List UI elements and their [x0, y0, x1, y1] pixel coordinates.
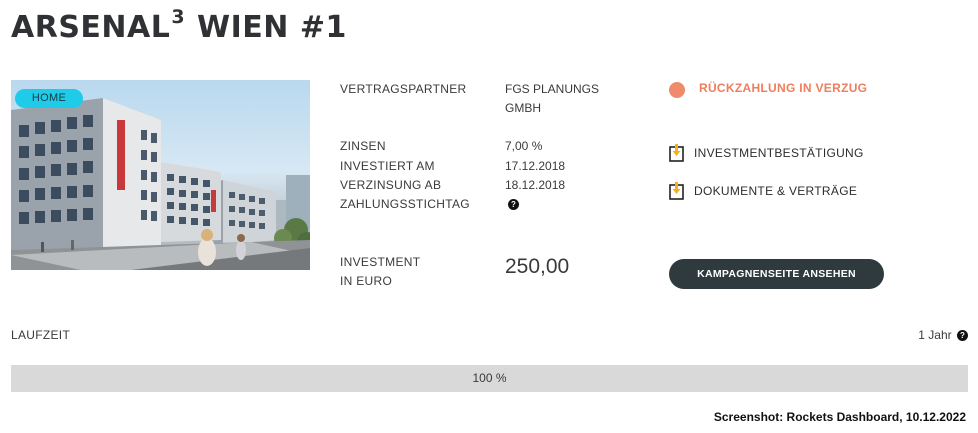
partner-value-line2: GMBH	[505, 101, 541, 115]
title-rest: WIEN #1	[197, 10, 347, 45]
project-image[interactable]: HOME	[11, 80, 310, 270]
runtime-label: LAUFZEIT	[11, 328, 71, 342]
partner-label: VERTRAGSPARTNER	[340, 82, 467, 96]
document-download-icon	[669, 182, 684, 200]
accrual-value: 18.12.2018	[505, 178, 566, 192]
screenshot-caption: Screenshot: Rockets Dashboard, 10.12.202…	[713, 410, 966, 424]
home-badge: HOME	[15, 89, 83, 108]
document-download-icon	[669, 144, 684, 162]
investment-confirmation-label[interactable]: INVESTMENTBESTÄTIGUNG	[694, 146, 864, 160]
title-main: ARSENAL	[11, 10, 171, 45]
invested-value: 17.12.2018	[505, 159, 566, 173]
documents-contracts-label[interactable]: DOKUMENTE & VERTRÄGE	[694, 184, 857, 198]
invested-label: INVESTIERT AM	[340, 159, 435, 173]
progress-text: 100 %	[472, 371, 507, 385]
investment-confirmation-link[interactable]: INVESTMENTBESTÄTIGUNG	[669, 144, 864, 162]
interest-value: 7,00 %	[505, 139, 543, 153]
accrual-label: VERZINSUNG AB	[340, 178, 442, 192]
payment-date-help[interactable]: ?	[508, 195, 519, 214]
interest-label: ZINSEN	[340, 139, 386, 153]
campaign-page-button[interactable]: KAMPAGNENSEITE ANSEHEN	[669, 259, 884, 289]
payment-date-label: ZAHLUNGSSTICHTAG	[340, 197, 470, 211]
documents-contracts-link[interactable]: DOKUMENTE & VERTRÄGE	[669, 182, 857, 200]
investment-label-line2: IN EURO	[340, 274, 393, 288]
runtime-value: 1 Jahr ?	[918, 328, 968, 342]
status-indicator-icon	[669, 82, 685, 98]
building-rendering	[11, 98, 310, 270]
investment-amount: 250,00	[505, 255, 570, 278]
status-text: RÜCKZAHLUNG IN VERZUG	[699, 81, 868, 95]
investment-label-line1: INVESTMENT	[340, 255, 421, 269]
runtime-progress-bar: 100 %	[11, 365, 968, 392]
title-superscript: 3	[171, 6, 186, 28]
question-icon[interactable]: ?	[957, 330, 968, 342]
runtime-value-text: 1 Jahr	[918, 328, 952, 342]
campaign-title: ARSENAL3 WIEN #1	[11, 6, 347, 45]
partner-value-line1: FGS PLANUNGS	[505, 82, 600, 96]
question-icon[interactable]: ?	[508, 199, 519, 211]
